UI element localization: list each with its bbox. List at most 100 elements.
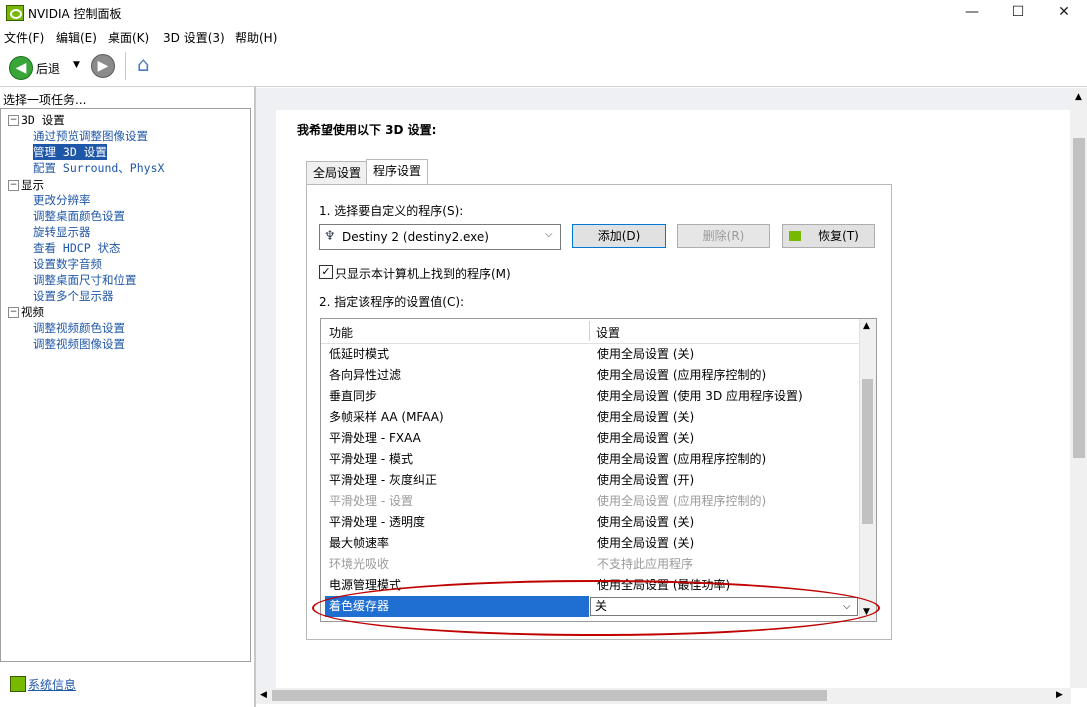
- setting-cell: 使用全局设置 (应用程序控制的): [597, 452, 767, 466]
- scroll-thumb[interactable]: [862, 379, 873, 524]
- feature-cell: 平滑处理 - FXAA: [329, 431, 421, 445]
- settings-grid: 功能 设置 低延时模式 使用全局设置 (关) 各向异性过滤 使用全局设置 (应用…: [320, 318, 877, 622]
- restore-button[interactable]: 恢复(T): [782, 224, 875, 248]
- page-heading: 我希望使用以下 3D 设置:: [297, 123, 437, 137]
- back-button-label[interactable]: 后退: [36, 60, 60, 77]
- table-row[interactable]: 环境光吸收 不支持此应用程序: [321, 554, 859, 575]
- tree-item-hdcp-status[interactable]: 查看 HDCP 状态: [33, 240, 121, 256]
- menu-edit[interactable]: 编辑(E): [56, 29, 97, 46]
- table-row[interactable]: 各向异性过滤 使用全局设置 (应用程序控制的): [321, 365, 859, 386]
- nvidia-logo-icon: [6, 5, 24, 21]
- forward-arrow-icon[interactable]: ▶: [91, 54, 115, 78]
- feature-cell: 平滑处理 - 透明度: [329, 515, 425, 529]
- setting-cell: 不支持此应用程序: [597, 557, 694, 571]
- content-horizontal-scrollbar[interactable]: ◀ ▶: [256, 688, 1071, 704]
- chevron-down-icon: ⌵: [545, 229, 553, 240]
- feature-cell: 平滑处理 - 灰度纠正: [329, 473, 437, 487]
- feature-cell: 环境光吸收: [329, 557, 390, 571]
- tree-item-rotate-display[interactable]: 旋转显示器: [33, 224, 91, 240]
- close-button[interactable]: ✕: [1041, 0, 1087, 26]
- setting-cell: 使用全局设置 (关): [597, 515, 695, 529]
- tree-item-video-color[interactable]: 调整视频颜色设置: [33, 320, 125, 336]
- table-row[interactable]: 平滑处理 - FXAA 使用全局设置 (关): [321, 428, 859, 449]
- feature-cell: 最大帧速率: [329, 536, 390, 550]
- grid-header: 功能 设置: [321, 319, 859, 344]
- column-header-feature[interactable]: 功能: [329, 324, 353, 341]
- content-vertical-scrollbar[interactable]: ▲: [1071, 88, 1087, 688]
- restore-button-label: 恢复(T): [818, 229, 859, 243]
- tree-item-video-image[interactable]: 调整视频图像设置: [33, 336, 125, 352]
- only-found-programs-checkbox[interactable]: ✓: [319, 265, 333, 279]
- remove-program-button[interactable]: 删除(R): [677, 224, 770, 248]
- program-select[interactable]: ♆ Destiny 2 (destiny2.exe) ⌵: [319, 224, 561, 250]
- feature-cell: 平滑处理 - 设置: [329, 494, 413, 508]
- menu-help[interactable]: 帮助(H): [235, 29, 277, 46]
- tree-item-preview-image-settings[interactable]: 通过预览调整图像设置: [33, 128, 148, 144]
- setting-cell: 使用全局设置 (应用程序控制的): [597, 494, 767, 508]
- menu-desktop[interactable]: 桌面(K): [108, 29, 149, 46]
- maximize-button[interactable]: ☐: [995, 0, 1041, 26]
- tree-item-configure-surround-physx[interactable]: 配置 Surround、PhysX: [33, 160, 164, 176]
- collapse-icon[interactable]: −: [8, 115, 19, 126]
- scroll-thumb[interactable]: [1073, 138, 1085, 458]
- setting-cell: 使用全局设置 (关): [597, 347, 695, 361]
- step2-label: 2. 指定该程序的设置值(C):: [319, 295, 465, 309]
- tree-item-desktop-size-position[interactable]: 调整桌面尺寸和位置: [33, 272, 137, 288]
- task-tree: − 3D 设置 通过预览调整图像设置 管理 3D 设置 配置 Surround、…: [0, 108, 251, 662]
- back-history-dropdown-icon[interactable]: ▼: [73, 60, 80, 70]
- system-info-icon[interactable]: [10, 676, 26, 692]
- tab-program-settings[interactable]: 程序设置: [366, 159, 429, 184]
- tab-global-settings[interactable]: 全局设置: [306, 161, 369, 184]
- setting-cell: 使用全局设置 (使用 3D 应用程序设置): [597, 389, 803, 403]
- tree-item-digital-audio[interactable]: 设置数字音频: [33, 256, 102, 272]
- tree-group-video[interactable]: 视频: [21, 304, 44, 320]
- toolbar: [0, 46, 1087, 87]
- task-pane-label: 选择一项任务...: [3, 93, 87, 107]
- column-separator[interactable]: [589, 321, 590, 341]
- scroll-thumb[interactable]: [272, 690, 827, 701]
- table-row[interactable]: 平滑处理 - 灰度纠正 使用全局设置 (开): [321, 470, 859, 491]
- tree-item-manage-3d-settings[interactable]: 管理 3D 设置: [33, 144, 107, 160]
- scroll-right-icon[interactable]: ▶: [1056, 690, 1063, 700]
- tree-item-change-resolution[interactable]: 更改分辨率: [33, 192, 91, 208]
- tree-item-multiple-displays[interactable]: 设置多个显示器: [33, 288, 114, 304]
- nvidia-logo-icon: [789, 231, 801, 241]
- back-arrow-icon[interactable]: ◀: [9, 56, 33, 80]
- scroll-up-icon[interactable]: ▲: [1075, 92, 1082, 102]
- setting-cell: 使用全局设置 (关): [597, 536, 695, 550]
- menu-file[interactable]: 文件(F): [4, 29, 44, 46]
- collapse-icon[interactable]: −: [8, 307, 19, 318]
- tree-group-display[interactable]: 显示: [21, 177, 44, 193]
- add-program-button[interactable]: 添加(D): [572, 224, 666, 248]
- feature-cell: 平滑处理 - 模式: [329, 452, 413, 466]
- destiny-logo-icon: ♆: [324, 229, 336, 244]
- only-found-programs-label[interactable]: 只显示本计算机上找到的程序(M): [335, 265, 511, 282]
- table-row[interactable]: 平滑处理 - 透明度 使用全局设置 (关): [321, 512, 859, 533]
- minimize-button[interactable]: —: [949, 0, 995, 26]
- title-bar: NVIDIA 控制面板 — ☐ ✕: [0, 0, 1087, 26]
- setting-cell: 使用全局设置 (开): [597, 473, 695, 487]
- table-row[interactable]: 平滑处理 - 设置 使用全局设置 (应用程序控制的): [321, 491, 859, 512]
- column-header-setting[interactable]: 设置: [596, 324, 620, 341]
- table-row[interactable]: 多帧采样 AA (MFAA) 使用全局设置 (关): [321, 407, 859, 428]
- table-row[interactable]: 垂直同步 使用全局设置 (使用 3D 应用程序设置): [321, 386, 859, 407]
- table-row[interactable]: 平滑处理 - 模式 使用全局设置 (应用程序控制的): [321, 449, 859, 470]
- menu-3d-settings[interactable]: 3D 设置(3): [163, 29, 225, 46]
- feature-cell: 各向异性过滤: [329, 368, 402, 382]
- feature-cell: 低延时模式: [329, 347, 390, 361]
- grid-scrollbar[interactable]: ▲ ▼: [859, 319, 876, 621]
- table-row[interactable]: 低延时模式 使用全局设置 (关): [321, 344, 859, 365]
- window-title: NVIDIA 控制面板: [28, 7, 122, 21]
- scroll-up-icon[interactable]: ▲: [863, 321, 870, 331]
- toolbar-separator: [125, 52, 126, 80]
- home-icon[interactable]: ⌂: [137, 53, 159, 75]
- tree-group-3d-settings[interactable]: 3D 设置: [21, 112, 65, 128]
- setting-cell: 使用全局设置 (关): [597, 431, 695, 445]
- setting-cell: 使用全局设置 (应用程序控制的): [597, 368, 767, 382]
- tree-item-desktop-color[interactable]: 调整桌面颜色设置: [33, 208, 125, 224]
- collapse-icon[interactable]: −: [8, 180, 19, 191]
- scroll-left-icon[interactable]: ◀: [260, 690, 267, 700]
- program-select-value: Destiny 2 (destiny2.exe): [342, 230, 489, 244]
- system-info-link[interactable]: 系统信息: [28, 676, 76, 693]
- table-row[interactable]: 最大帧速率 使用全局设置 (关): [321, 533, 859, 554]
